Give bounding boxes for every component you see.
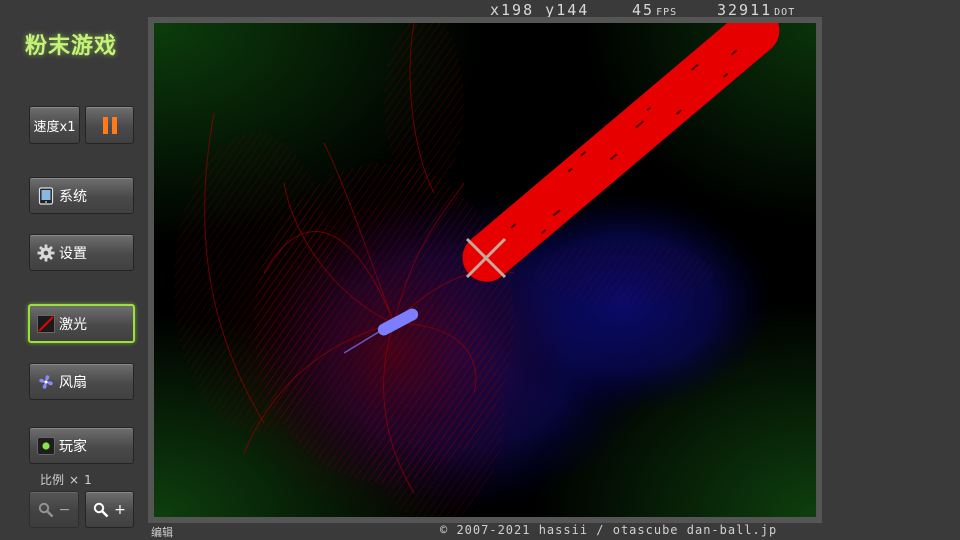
settings-label: 设置 xyxy=(59,245,87,262)
simulation-canvas[interactable] xyxy=(154,23,816,517)
scale-indicator: 比例 × 1 xyxy=(40,471,92,488)
tool-fan-button[interactable]: 风扇 xyxy=(29,363,134,400)
speed-label: 速度x1 xyxy=(33,119,76,135)
magnifier-icon xyxy=(93,502,109,518)
magnifier-icon xyxy=(38,502,54,518)
tool-fan-label: 风扇 xyxy=(59,374,87,391)
pause-icon xyxy=(102,116,117,134)
zoom-in-label: + xyxy=(114,501,126,518)
system-button[interactable]: 系统 xyxy=(29,177,134,214)
app-title: 粉末游戏 xyxy=(25,34,118,59)
simulation-scene xyxy=(154,23,816,517)
speed-button[interactable]: 速度x1 xyxy=(29,106,80,144)
player-icon xyxy=(37,436,55,455)
tool-player-button[interactable]: 玩家 xyxy=(29,427,134,464)
laser-icon xyxy=(37,314,55,333)
fan-icon xyxy=(37,373,55,391)
pause-button[interactable] xyxy=(85,106,134,144)
tool-laser-label: 激光 xyxy=(59,316,87,333)
zoom-in-button[interactable]: + xyxy=(85,491,134,528)
zoom-out-button[interactable]: − xyxy=(29,491,79,528)
system-label: 系统 xyxy=(59,188,87,205)
scale-value: 1 xyxy=(84,473,92,487)
scale-multiply-sign: × xyxy=(69,473,80,487)
settings-button[interactable]: 设置 xyxy=(29,234,134,271)
tool-laser-button[interactable]: 激光 xyxy=(28,304,135,343)
tablet-icon xyxy=(37,186,55,205)
zoom-out-label: − xyxy=(58,501,71,518)
tool-player-label: 玩家 xyxy=(59,438,87,455)
copyright-text: © 2007-2021 hassii / otascube dan-ball.j… xyxy=(440,523,778,537)
edit-label: 编辑 xyxy=(151,526,173,539)
scale-label: 比例 xyxy=(40,473,65,487)
gear-icon xyxy=(37,244,55,262)
